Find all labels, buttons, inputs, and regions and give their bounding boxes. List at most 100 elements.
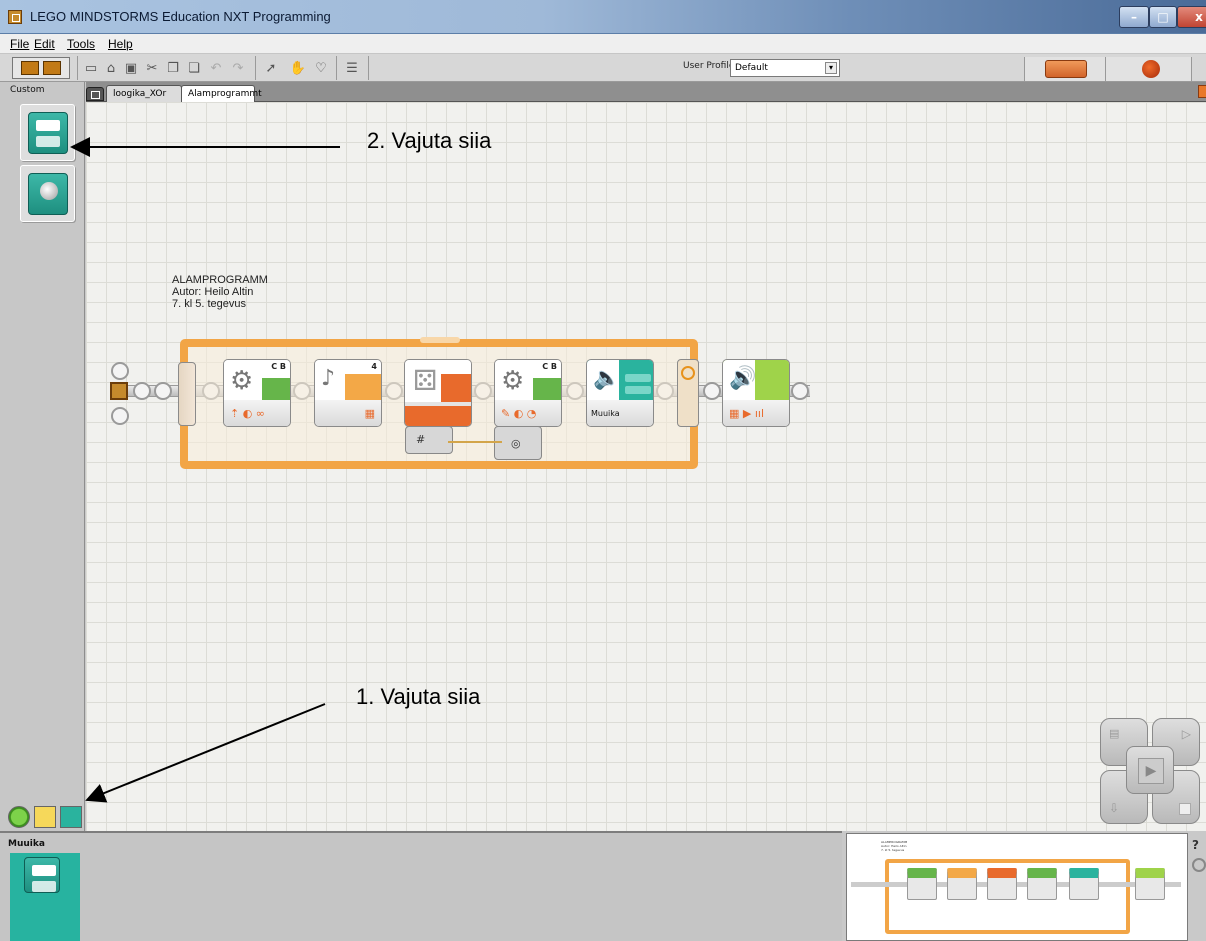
beam-ring xyxy=(133,382,151,400)
beam-start-ring xyxy=(111,407,129,425)
program-start-icon xyxy=(110,382,128,400)
pan-hand-icon[interactable]: ✋ xyxy=(289,57,307,79)
chevron-down-icon[interactable]: ▾ xyxy=(825,62,837,74)
open-file-icon[interactable]: ⌂ xyxy=(102,57,120,79)
dice-icon: ⚄ xyxy=(413,364,438,397)
robot-educator-icon xyxy=(1142,60,1160,78)
download-run-icon: ⇩ xyxy=(1109,801,1120,815)
my-block-icon xyxy=(24,857,60,893)
robot-educator-button[interactable] xyxy=(1106,57,1192,81)
my-blocks-icon xyxy=(28,112,68,154)
comment-icon[interactable]: ♡ xyxy=(312,57,330,79)
nxt-program-toggle-button[interactable] xyxy=(12,57,70,79)
close-button[interactable]: x xyxy=(1177,6,1206,28)
tab-alamprogrammt[interactable]: Alamprogrammt xyxy=(181,85,262,102)
annotation-step-1: 1. Vajuta siia xyxy=(356,684,481,709)
move-data-hub[interactable]: ◎ xyxy=(494,426,542,460)
new-file-icon[interactable]: ▭ xyxy=(82,57,100,79)
web-downloads-button[interactable] xyxy=(20,165,75,222)
minimap-comment: ALAMPROGRAMM Autor: Heilo Altin 7. kl 5.… xyxy=(881,840,907,852)
program-minimap[interactable]: ALAMPROGRAMM Autor: Heilo Altin 7. kl 5.… xyxy=(846,833,1188,941)
nxt-brick-button[interactable] xyxy=(1024,57,1106,81)
palette-label: Custom xyxy=(10,85,45,95)
copy-icon[interactable]: ❐ xyxy=(164,57,182,79)
nxt-controller: ▤ ▷ ⇩ ▶ xyxy=(1100,718,1200,826)
program-comment[interactable]: ALAMPROGRAMM Autor: Heilo Altin 7. kl 5.… xyxy=(172,274,268,310)
run-button[interactable]: ▶ xyxy=(1126,746,1174,794)
motor-ports: C B xyxy=(542,362,557,371)
complete-palette-tab[interactable] xyxy=(34,806,56,828)
comment-line: 7. kl 5. tegevus xyxy=(172,298,246,310)
annotation-step-2: 2. Vajuta siia xyxy=(367,128,492,153)
sensor-config-icon: ▦ xyxy=(364,407,375,420)
number-icon: # xyxy=(416,433,426,446)
home-tab-icon[interactable] xyxy=(86,87,104,101)
minimap-block xyxy=(947,868,977,900)
speaker-icon: 🔈 xyxy=(593,366,621,391)
menu-edit[interactable]: Edit xyxy=(34,37,55,51)
pointer-icon[interactable]: ➚ xyxy=(262,57,280,79)
move-block-2[interactable]: C B ⚙ ✎ ◐ ◔ xyxy=(494,359,562,427)
user-profile-value: Default xyxy=(735,63,768,73)
direction-icon: ✎ ◐ ◔ xyxy=(501,407,537,420)
redo-icon[interactable]: ↷ xyxy=(229,57,247,79)
my-blocks-button[interactable] xyxy=(20,104,75,161)
comment-line: ALAMPROGRAMM xyxy=(172,274,268,286)
minimize-button[interactable]: – xyxy=(1119,6,1149,28)
menu-help[interactable]: Help xyxy=(108,37,133,51)
play-selected-icon: ▷ xyxy=(1181,727,1191,741)
user-profile-select[interactable]: Default ▾ xyxy=(730,59,840,77)
move-block-1[interactable]: C B ⚙ ⇡ ◐ ∞ xyxy=(223,359,291,427)
program-tabs: loogika_XOr Alamprogrammt xyxy=(86,82,1206,102)
beam-ring xyxy=(154,382,172,400)
loop-end[interactable] xyxy=(677,359,699,427)
window-title: LEGO MINDSTORMS Education NXT Programmin… xyxy=(30,9,331,24)
gears-icon: ⚙ xyxy=(501,366,525,396)
play-icon: ▶ xyxy=(1138,758,1164,784)
nxt-brick-icon xyxy=(1045,60,1087,78)
block-palette: Custom xyxy=(0,82,85,831)
sound-block[interactable]: 🔊 ▦ ▶ ııl xyxy=(722,359,790,427)
random-block[interactable]: ⚄ xyxy=(404,359,472,427)
maximize-button[interactable]: □ xyxy=(1149,6,1177,28)
app-icon xyxy=(8,10,22,24)
data-wire xyxy=(448,441,502,443)
minimap-comment-line: 7. kl 5. tegevus xyxy=(881,848,905,852)
sound-sensor-icon: ♪ xyxy=(321,366,336,391)
loop-icon xyxy=(681,366,695,380)
sound-sensor-block[interactable]: 4 ♪ ▦ xyxy=(314,359,382,427)
tab-loogika-xor[interactable]: loogika_XOr xyxy=(106,85,182,102)
my-block-config-icon xyxy=(10,853,80,941)
save-icon[interactable]: ▣ xyxy=(122,57,140,79)
beam-end-ring xyxy=(791,382,809,400)
my-block-muuika[interactable]: 🔈 Muuika xyxy=(586,359,654,427)
zoom-icon[interactable] xyxy=(1192,858,1206,872)
config-block-title: Muuika xyxy=(8,839,45,849)
menu-bar: File Edit Tools Help xyxy=(0,34,1206,54)
configuration-panel: Muuika xyxy=(0,831,842,941)
menu-file[interactable]: File xyxy=(10,37,29,51)
menu-tools[interactable]: Tools xyxy=(67,37,95,51)
help-icon[interactable]: ? xyxy=(1192,838,1206,852)
stop-icon xyxy=(1179,803,1191,815)
minimap-block xyxy=(1027,868,1057,900)
cut-icon[interactable]: ✂ xyxy=(143,57,161,79)
direction-icon: ⇡ ◐ ∞ xyxy=(230,407,265,420)
common-palette-tab[interactable] xyxy=(8,806,30,828)
minimap-block xyxy=(1069,868,1099,900)
close-tab-icon[interactable] xyxy=(1198,85,1206,98)
speaker-icon: 🔊 xyxy=(729,366,757,391)
minimap-block xyxy=(987,868,1017,900)
undo-icon[interactable]: ↶ xyxy=(207,57,225,79)
custom-palette-tab[interactable] xyxy=(60,806,82,828)
app-window: LEGO MINDSTORMS Education NXT Programmin… xyxy=(0,0,1206,941)
paste-icon[interactable]: ❏ xyxy=(185,57,203,79)
title-bar: LEGO MINDSTORMS Education NXT Programmin… xyxy=(0,0,1206,34)
block-label: Muuika xyxy=(591,409,620,418)
random-data-hub[interactable]: # xyxy=(405,426,453,454)
loop-direction-arrow xyxy=(420,337,460,343)
palette-tabs xyxy=(8,806,84,828)
custom-palette-icon[interactable]: ☰ xyxy=(343,57,361,79)
power-plug-icon: ◎ xyxy=(511,437,521,450)
gears-icon: ⚙ xyxy=(230,366,254,396)
